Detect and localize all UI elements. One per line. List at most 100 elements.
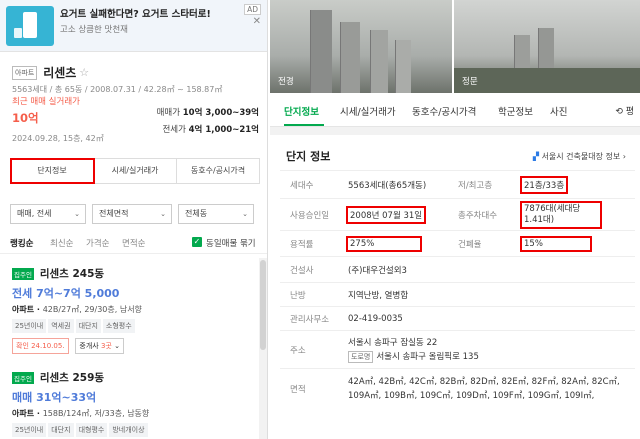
heating-key: 난방	[280, 282, 342, 307]
price-history-button[interactable]: 시세/실거래가	[94, 159, 177, 183]
ad-thumbnail	[6, 6, 54, 46]
agent-count: 3곳	[100, 342, 112, 350]
tag: 대형평수	[75, 423, 108, 437]
households-value: 5563세대(총65개동)	[342, 170, 454, 199]
ad-banner[interactable]: 요거트 실패한다면? 요거트 스타터로! 고소 상큼한 맛천재 AD ✕	[0, 0, 267, 52]
chevron-down-icon: ⌄	[242, 210, 248, 218]
heating-value: 지역난방, 열병합	[342, 282, 635, 307]
chevron-down-icon: ⌄	[160, 210, 166, 218]
road-address-value: 서울시 송파구 올림픽로 135	[376, 352, 479, 362]
same-listing-checkbox[interactable]: ✓	[192, 237, 202, 247]
office-value: 02-419-0035	[342, 306, 635, 331]
area-key: 면적	[280, 368, 342, 409]
tag: 대단지	[48, 423, 74, 437]
scrollbar[interactable]	[259, 258, 267, 439]
road-address-tag: 도로명	[348, 351, 374, 363]
sort-area[interactable]: 면적순	[122, 237, 145, 249]
office-key: 관리사무소	[280, 306, 342, 331]
sort-ranking[interactable]: 랭킹순	[10, 237, 33, 249]
table-row: 관리사무소 02-419-0035	[280, 306, 635, 331]
table-row: 면적 42A㎡, 42B㎡, 42C㎡, 82B㎡, 82D㎡, 82E㎡, 8…	[280, 368, 635, 409]
star-icon[interactable]: ☆	[79, 66, 89, 79]
list-item[interactable]: 집주인 리센츠 245동 전세 7억~7억 5,000 아파트 · 42B/27…	[0, 266, 258, 354]
trade-type-value: 매매, 전세	[17, 209, 52, 218]
builder-value: (주)대우건설외3	[342, 256, 635, 283]
close-icon[interactable]: ✕	[253, 16, 261, 27]
bcr-value: 15%	[520, 235, 592, 252]
owner-badge: 집주인	[12, 371, 34, 384]
rent-label: 전세가	[162, 125, 186, 135]
agent-label: 중개사	[79, 342, 99, 350]
table-row: 건설사 (주)대우건설외3	[280, 256, 635, 283]
listing-type: 아파트 ·	[12, 305, 43, 314]
building-register-label: 서울시 건축물대장 정보	[541, 152, 621, 161]
table-row: 사용승인일 2008년 07월 31일 총주차대수 7876대(세대당 1.41…	[280, 198, 635, 231]
building-icon: ▞	[532, 152, 540, 161]
photo-entrance[interactable]: 정문	[454, 0, 640, 93]
listing-type: 아파트 ·	[12, 409, 43, 418]
tab-complex-info[interactable]: 단지정보	[284, 104, 319, 118]
tab-price-history[interactable]: 시세/실거래가	[340, 104, 396, 118]
listing-name[interactable]: 리센츠 259동	[40, 372, 104, 384]
listing-price: 전세 7억~7억 5,000	[12, 287, 120, 300]
address-key: 주소	[280, 330, 342, 369]
listing-desc: 아파트 · 42B/27㎡, 29/30층, 남서향	[12, 304, 258, 315]
listing-tags: 25년이내 역세권 대단지 소형평수	[12, 319, 258, 333]
sort-row: 랭킹순 최신순 가격순 면적순 ✓ 동일매물 묶기	[0, 234, 267, 254]
same-listing-label[interactable]: 동일매물 묶기	[206, 237, 256, 249]
filter-row: 매매, 전세 ⌄ 전체면적 ⌄ 전체동 ⌄	[10, 204, 254, 224]
confirm-date-badge: 확인 24.10.05.	[12, 338, 69, 354]
complex-info-table: 세대수 5563세대(총65개동) 저/최고층 21층/33층 사용승인일 20…	[280, 170, 635, 409]
complex-info: 5563세대 / 총 65동 / 2008.07.31 / 42.28㎡ ~ 1…	[12, 85, 223, 94]
scrollbar-thumb[interactable]	[260, 260, 266, 350]
tab-unit-price[interactable]: 동호수/공시가격	[412, 104, 476, 118]
listing-detail: 158B/124㎡, 저/33층, 남동향	[42, 409, 150, 418]
listing-price: 매매 31억~33억	[12, 391, 97, 404]
building-register-link[interactable]: ▞ 서울시 건축물대장 정보 ›	[533, 151, 626, 162]
ad-title[interactable]: 요거트 실패한다면? 요거트 스타터로!	[60, 8, 259, 21]
tab-photos[interactable]: 사진	[550, 104, 567, 118]
area-unit-toggle[interactable]: ⟲ 평	[615, 104, 634, 117]
unit-price-button[interactable]: 동호수/공시가격	[177, 159, 259, 183]
building-select[interactable]: 전체동 ⌄	[178, 204, 254, 224]
area-select[interactable]: 전체면적 ⌄	[92, 204, 172, 224]
listing-name[interactable]: 리센츠 245동	[40, 268, 104, 280]
parking-key: 총주차대수	[454, 198, 516, 231]
sort-price[interactable]: 가격순	[86, 237, 109, 249]
sale-range: 매매가 10억 3,000~39억	[157, 106, 259, 118]
complex-name: 리센츠	[43, 66, 77, 80]
building-value: 전체동	[185, 209, 208, 218]
tag: 소형평수	[102, 319, 135, 333]
ad-description: 고소 상큼한 맛천재	[60, 25, 128, 35]
photo-caption: 정문	[462, 77, 478, 87]
property-type-tag: 아파트	[12, 65, 38, 80]
list-item[interactable]: 집주인 리센츠 259동 매매 31억~33억 아파트 · 158B/124㎡,…	[0, 370, 258, 437]
active-tab-indicator	[284, 124, 324, 126]
floors-value: 21층/33층	[519, 175, 569, 194]
rent-range-value: 4억 1,000~21억	[188, 125, 259, 135]
trade-type-select[interactable]: 매매, 전세 ⌄	[10, 204, 86, 224]
sale-label: 매매가	[156, 108, 181, 118]
area-value: 전체면적	[99, 209, 129, 218]
tab-school[interactable]: 학군정보	[498, 104, 533, 118]
far-key: 용적률	[280, 230, 342, 257]
table-row: 용적률 275% 건폐율 15%	[280, 230, 635, 257]
detail-panel: 전경 정문 단지정보 시세/실거래가 동호수/공시가격 학군정보 사진 ⟲ 평 …	[270, 0, 640, 439]
table-row: 난방 지역난방, 열병합	[280, 282, 635, 307]
approval-value: 2008년 07월 31일	[345, 205, 427, 224]
table-row: 주소 서울시 송파구 잠실동 22 도로명 서울시 송파구 올림픽로 135	[280, 330, 635, 369]
divider	[270, 127, 640, 135]
photo-overview[interactable]: 전경	[270, 0, 452, 93]
floors-key: 저/최고층	[454, 170, 516, 199]
agent-count-button[interactable]: 중개사 3곳 ⌄	[75, 338, 124, 354]
tag: 방네개이상	[109, 423, 148, 437]
complex-info-button[interactable]: 단지정보	[10, 158, 95, 184]
recent-price: 10억	[12, 111, 39, 125]
detail-tabs: 단지정보 시세/실거래가 동호수/공시가격 학군정보 사진 ⟲ 평	[270, 93, 640, 127]
tag: 대단지	[75, 319, 101, 333]
approval-key: 사용승인일	[280, 198, 342, 231]
listing-tags: 25년이내 대단지 대형평수 방네개이상	[12, 423, 258, 437]
listing-detail: 42B/27㎡, 29/30층, 남서향	[42, 305, 142, 314]
far-value: 275%	[346, 235, 422, 252]
sort-latest[interactable]: 최신순	[50, 237, 73, 249]
